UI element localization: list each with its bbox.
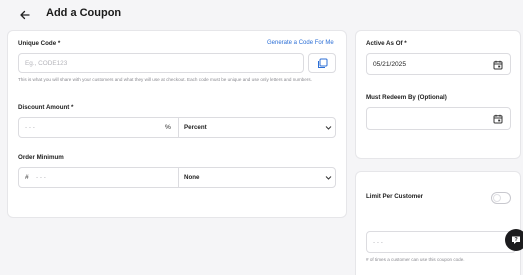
back-button[interactable] (16, 6, 34, 24)
unique-code-placeholder: Eg., CODE123 (25, 60, 68, 67)
discount-type-select[interactable]: Percent (179, 118, 336, 137)
order-minimum-group: # - - - None (18, 167, 336, 188)
top-bar: Add a Coupon (0, 0, 523, 30)
discount-amount-group: - - - % Percent (18, 117, 336, 138)
must-redeem-by-input[interactable] (366, 107, 511, 130)
number-symbol: # (25, 174, 29, 181)
active-as-of-input[interactable]: 05/21/2025 (366, 53, 511, 75)
calendar-icon[interactable] (493, 114, 503, 124)
must-redeem-by-label: Must Redeem By (Optional) (366, 94, 447, 101)
discount-amount-input[interactable]: - - - (25, 124, 35, 131)
generate-code-link[interactable]: Generate a Code For Me (267, 40, 334, 46)
percent-symbol: % (165, 124, 171, 131)
page-title: Add a Coupon (46, 7, 122, 19)
limit-per-customer-help: # of times a customer can use this coupo… (366, 257, 465, 262)
discount-amount-label: Discount Amount * (18, 104, 74, 111)
limit-per-customer-card: Limit Per Customer - - - # of times a cu… (355, 171, 521, 275)
order-minimum-type-value: None (184, 174, 200, 181)
order-minimum-label: Order Minimum (18, 154, 64, 161)
order-minimum-input[interactable]: - - - (36, 174, 46, 181)
coupon-details-card: Unique Code * Generate a Code For Me Eg.… (7, 30, 347, 218)
limit-per-customer-placeholder: - - - (373, 239, 383, 246)
arrow-left-icon (20, 10, 30, 20)
help-icon: ? (512, 236, 520, 244)
active-as-of-value: 05/21/2025 (373, 61, 407, 68)
order-minimum-type-select[interactable]: None (179, 168, 336, 187)
chevron-down-icon (325, 174, 332, 181)
copy-code-button[interactable] (308, 53, 336, 73)
chevron-down-icon (325, 124, 332, 131)
unique-code-input[interactable]: Eg., CODE123 (18, 53, 304, 73)
discount-type-value: Percent (184, 124, 207, 131)
dates-card: Active As Of * 05/21/2025 Must Redeem By… (355, 30, 521, 159)
unique-code-label: Unique Code * (18, 40, 61, 47)
unique-code-help: This is what you will share with your cu… (18, 77, 312, 82)
copy-icon (317, 58, 328, 69)
toggle-knob (493, 194, 501, 202)
limit-per-customer-input[interactable]: - - - (366, 231, 516, 253)
limit-per-customer-toggle[interactable] (491, 192, 511, 204)
calendar-icon[interactable] (493, 60, 503, 70)
help-button[interactable]: ? (505, 229, 523, 251)
active-as-of-label: Active As Of * (366, 40, 407, 47)
limit-per-customer-label: Limit Per Customer (366, 193, 424, 200)
